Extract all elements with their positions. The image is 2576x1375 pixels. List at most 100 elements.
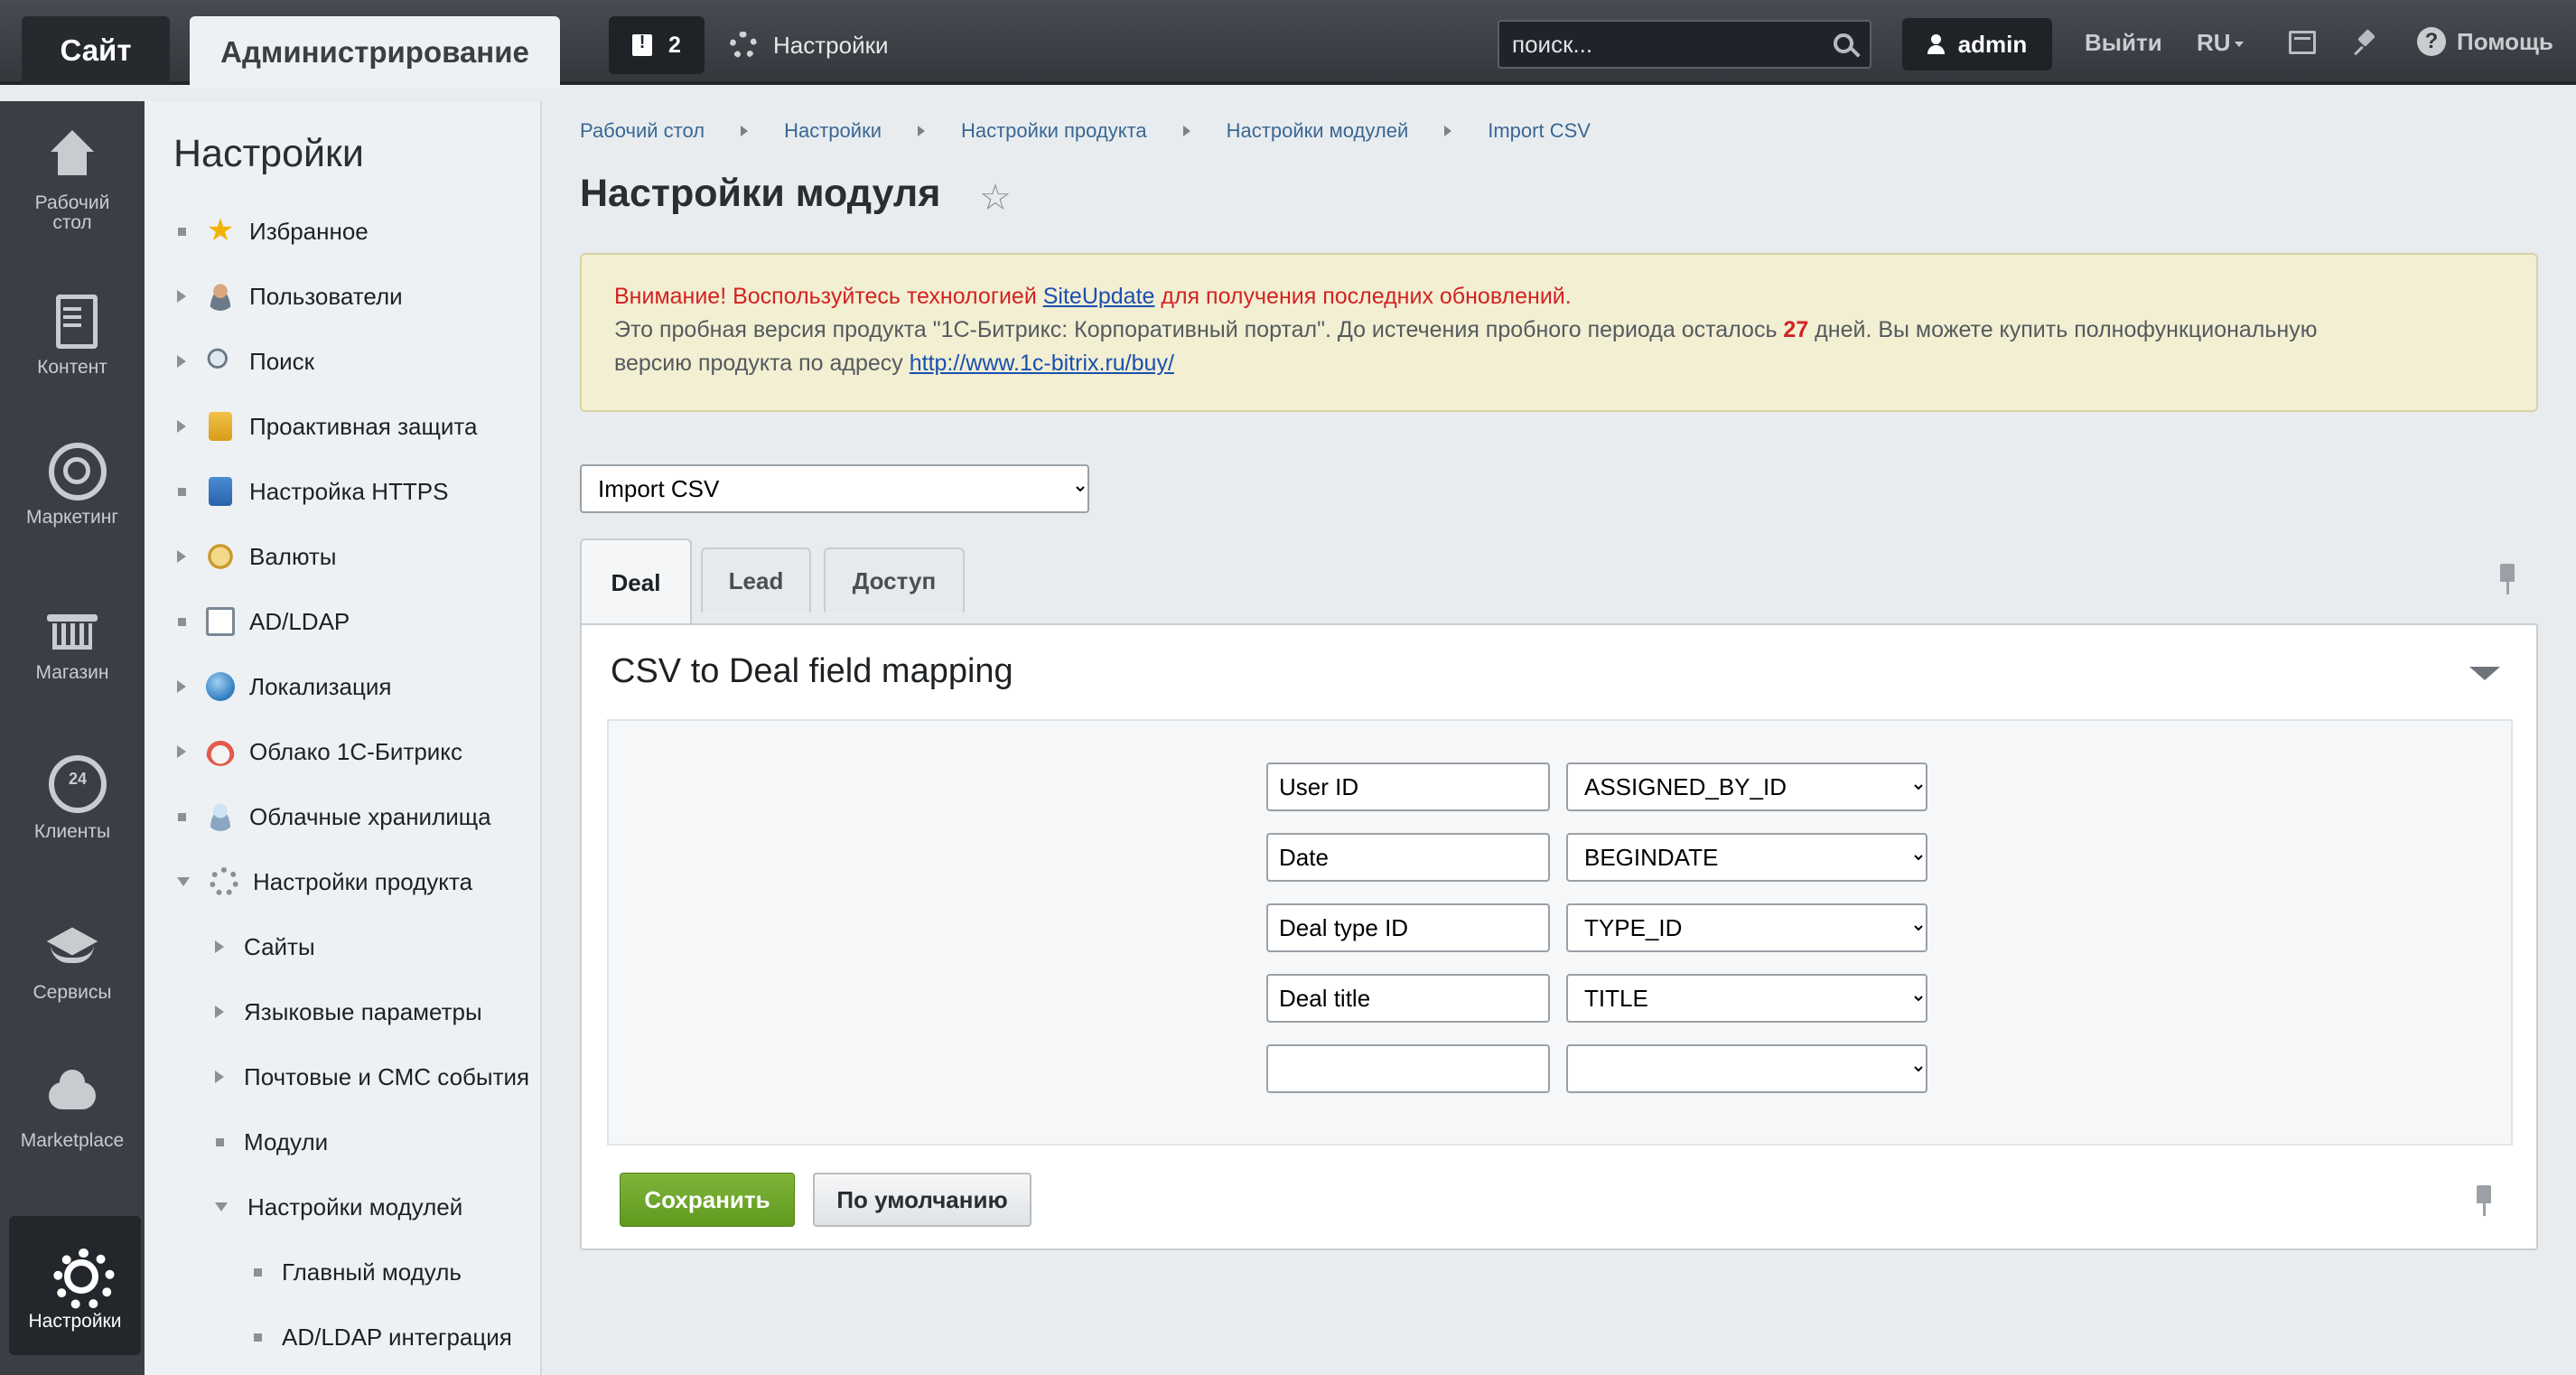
save-button[interactable]: Сохранить bbox=[620, 1173, 795, 1227]
admin-tab[interactable]: Администрирование bbox=[190, 16, 560, 89]
main-content: Рабочий стол Настройки Настройки продукт… bbox=[544, 101, 2576, 1375]
nav-marketing[interactable]: Маркетинг bbox=[0, 441, 145, 528]
alert-text: для получения последних обновлений. bbox=[1154, 284, 1572, 309]
search-box bbox=[1498, 20, 1871, 69]
csv-field-input[interactable] bbox=[1266, 974, 1550, 1023]
csv-field-input[interactable] bbox=[1266, 1044, 1550, 1093]
layers-icon bbox=[43, 916, 101, 974]
buy-link[interactable]: http://www.1c-bitrix.ru/buy/ bbox=[910, 351, 1174, 376]
pin-icon[interactable] bbox=[2497, 564, 2518, 594]
menu-item-product-settings[interactable]: Настройки продукта bbox=[177, 864, 472, 900]
menu-item-cloud-storage[interactable]: Облачные хранилища bbox=[177, 799, 491, 835]
help-link[interactable]: ? Помощь bbox=[2417, 27, 2553, 56]
nav-marketplace[interactable]: Marketplace bbox=[0, 1064, 145, 1151]
tab-access[interactable]: Доступ bbox=[824, 547, 965, 613]
csv-field-input[interactable] bbox=[1266, 833, 1550, 882]
breadcrumb-item[interactable]: Рабочий стол bbox=[580, 119, 705, 143]
menu-item-sites[interactable]: Сайты bbox=[215, 929, 315, 965]
notifications-button[interactable]: 2 bbox=[609, 16, 705, 74]
user-icon bbox=[206, 282, 235, 311]
globe-icon bbox=[206, 672, 235, 701]
nav-label: Контент bbox=[37, 357, 107, 378]
search-input[interactable] bbox=[1499, 22, 1815, 67]
menu-item-bitrix-cloud[interactable]: Облако 1С-Битрикс bbox=[177, 734, 462, 770]
top-settings-link[interactable]: Настройки bbox=[730, 27, 889, 63]
deal-field-select[interactable]: BEGINDATE bbox=[1566, 833, 1927, 882]
menu-item-modules[interactable]: Модули bbox=[215, 1124, 328, 1160]
breadcrumb: Рабочий стол Настройки Настройки продукт… bbox=[580, 119, 1591, 143]
logout-link[interactable]: Выйти bbox=[2085, 29, 2162, 57]
menu-item-label: Почтовые и СМС события bbox=[244, 1062, 530, 1090]
menu-item-language-params[interactable]: Языковые параметры bbox=[215, 994, 482, 1030]
nav-label: Рабочий стол bbox=[34, 192, 110, 233]
menu-item-localization[interactable]: Локализация bbox=[177, 669, 392, 705]
user-button[interactable]: admin bbox=[1902, 18, 2052, 70]
language-switch[interactable]: RU bbox=[2197, 29, 2244, 57]
nav-label: Marketplace bbox=[20, 1130, 125, 1151]
gear-icon bbox=[46, 1245, 115, 1310]
tab-deal[interactable]: Deal bbox=[580, 538, 692, 625]
settings-menu: Настройки ★ Избранное Пользователи Поиск… bbox=[145, 101, 542, 1375]
search-icon[interactable] bbox=[1834, 33, 1853, 53]
house-icon bbox=[43, 126, 101, 184]
csv-field-input[interactable] bbox=[1266, 903, 1550, 952]
deal-field-select[interactable]: ASSIGNED_BY_ID bbox=[1566, 762, 1927, 811]
site-tab[interactable]: Сайт bbox=[22, 16, 170, 85]
chevron-right-icon bbox=[177, 290, 186, 303]
basket-icon bbox=[43, 596, 101, 654]
menu-item-ldap[interactable]: AD/LDAP bbox=[177, 603, 350, 640]
gear-icon bbox=[730, 32, 757, 59]
menu-item-module-settings[interactable]: Настройки модулей bbox=[215, 1189, 462, 1225]
menu-item-search[interactable]: Поиск bbox=[177, 343, 314, 379]
nav-settings[interactable]: Настройки bbox=[9, 1216, 141, 1355]
deal-field-select[interactable]: TITLE bbox=[1566, 974, 1927, 1023]
deal-field-select[interactable] bbox=[1566, 1044, 1927, 1093]
chevron-right-icon bbox=[1444, 126, 1452, 136]
csv-field-input[interactable] bbox=[1266, 762, 1550, 811]
default-button[interactable]: По умолчанию bbox=[813, 1173, 1031, 1227]
menu-item-favorites[interactable]: ★ Избранное bbox=[177, 213, 369, 249]
nav-content[interactable]: Контент bbox=[0, 291, 145, 378]
gear-icon bbox=[210, 867, 238, 896]
nav-clients[interactable]: Клиенты bbox=[0, 755, 145, 842]
menu-item-main-module[interactable]: Главный модуль bbox=[253, 1254, 462, 1290]
pin-icon[interactable] bbox=[2473, 1185, 2495, 1216]
bullet-icon bbox=[178, 227, 186, 236]
module-select[interactable]: Import CSV bbox=[580, 464, 1089, 513]
alert-text: Это пробная версия продукта "1С-Битрикс:… bbox=[614, 317, 1784, 342]
coin-icon bbox=[206, 542, 235, 571]
breadcrumb-item[interactable]: Настройки продукта bbox=[961, 119, 1147, 143]
chevron-right-icon bbox=[215, 1071, 224, 1083]
breadcrumb-item[interactable]: Настройки bbox=[784, 119, 882, 143]
tab-lead[interactable]: Lead bbox=[701, 547, 811, 613]
nav-services[interactable]: Сервисы bbox=[0, 916, 145, 1003]
menu-item-ldap-integration[interactable]: AD/LDAP интеграция bbox=[253, 1319, 512, 1355]
nav-label: Маркетинг bbox=[25, 507, 119, 528]
mapping-panel: CSV to Deal field mapping ASSIGNED_BY_ID… bbox=[580, 623, 2538, 1250]
nav-shop[interactable]: Магазин bbox=[0, 596, 145, 683]
document-icon bbox=[43, 291, 101, 349]
search-icon bbox=[206, 347, 235, 376]
menu-item-users[interactable]: Пользователи bbox=[177, 278, 403, 314]
chevron-down-icon bbox=[2234, 42, 2244, 48]
nav-desktop[interactable]: Рабочий стол bbox=[0, 126, 145, 233]
siteupdate-link[interactable]: SiteUpdate bbox=[1043, 284, 1155, 309]
favorite-star-icon[interactable]: ☆ bbox=[979, 177, 1012, 219]
window-icon[interactable] bbox=[2289, 31, 2316, 54]
breadcrumb-item[interactable]: Import CSV bbox=[1488, 119, 1591, 143]
pin-icon[interactable] bbox=[2352, 29, 2379, 56]
menu-item-mail-sms[interactable]: Почтовые и СМС события bbox=[215, 1059, 529, 1095]
chevron-right-icon bbox=[177, 745, 186, 758]
bullet-icon bbox=[254, 1333, 262, 1342]
breadcrumb-item[interactable]: Настройки модулей bbox=[1227, 119, 1409, 143]
alert-text: дней. Вы можете купить полнофункциональн… bbox=[1808, 317, 2318, 342]
star-icon: ★ bbox=[206, 213, 235, 248]
menu-item-https[interactable]: Настройка HTTPS bbox=[177, 473, 448, 510]
collapse-icon[interactable] bbox=[2469, 667, 2500, 680]
top-settings-label: Настройки bbox=[773, 31, 889, 59]
deal-field-select[interactable]: TYPE_ID bbox=[1566, 903, 1927, 952]
menu-item-currencies[interactable]: Валюты bbox=[177, 538, 337, 575]
menu-item-proactive[interactable]: Проактивная защита bbox=[177, 408, 477, 444]
chevron-right-icon bbox=[215, 940, 224, 953]
menu-item-label: Проактивная защита bbox=[249, 412, 478, 440]
